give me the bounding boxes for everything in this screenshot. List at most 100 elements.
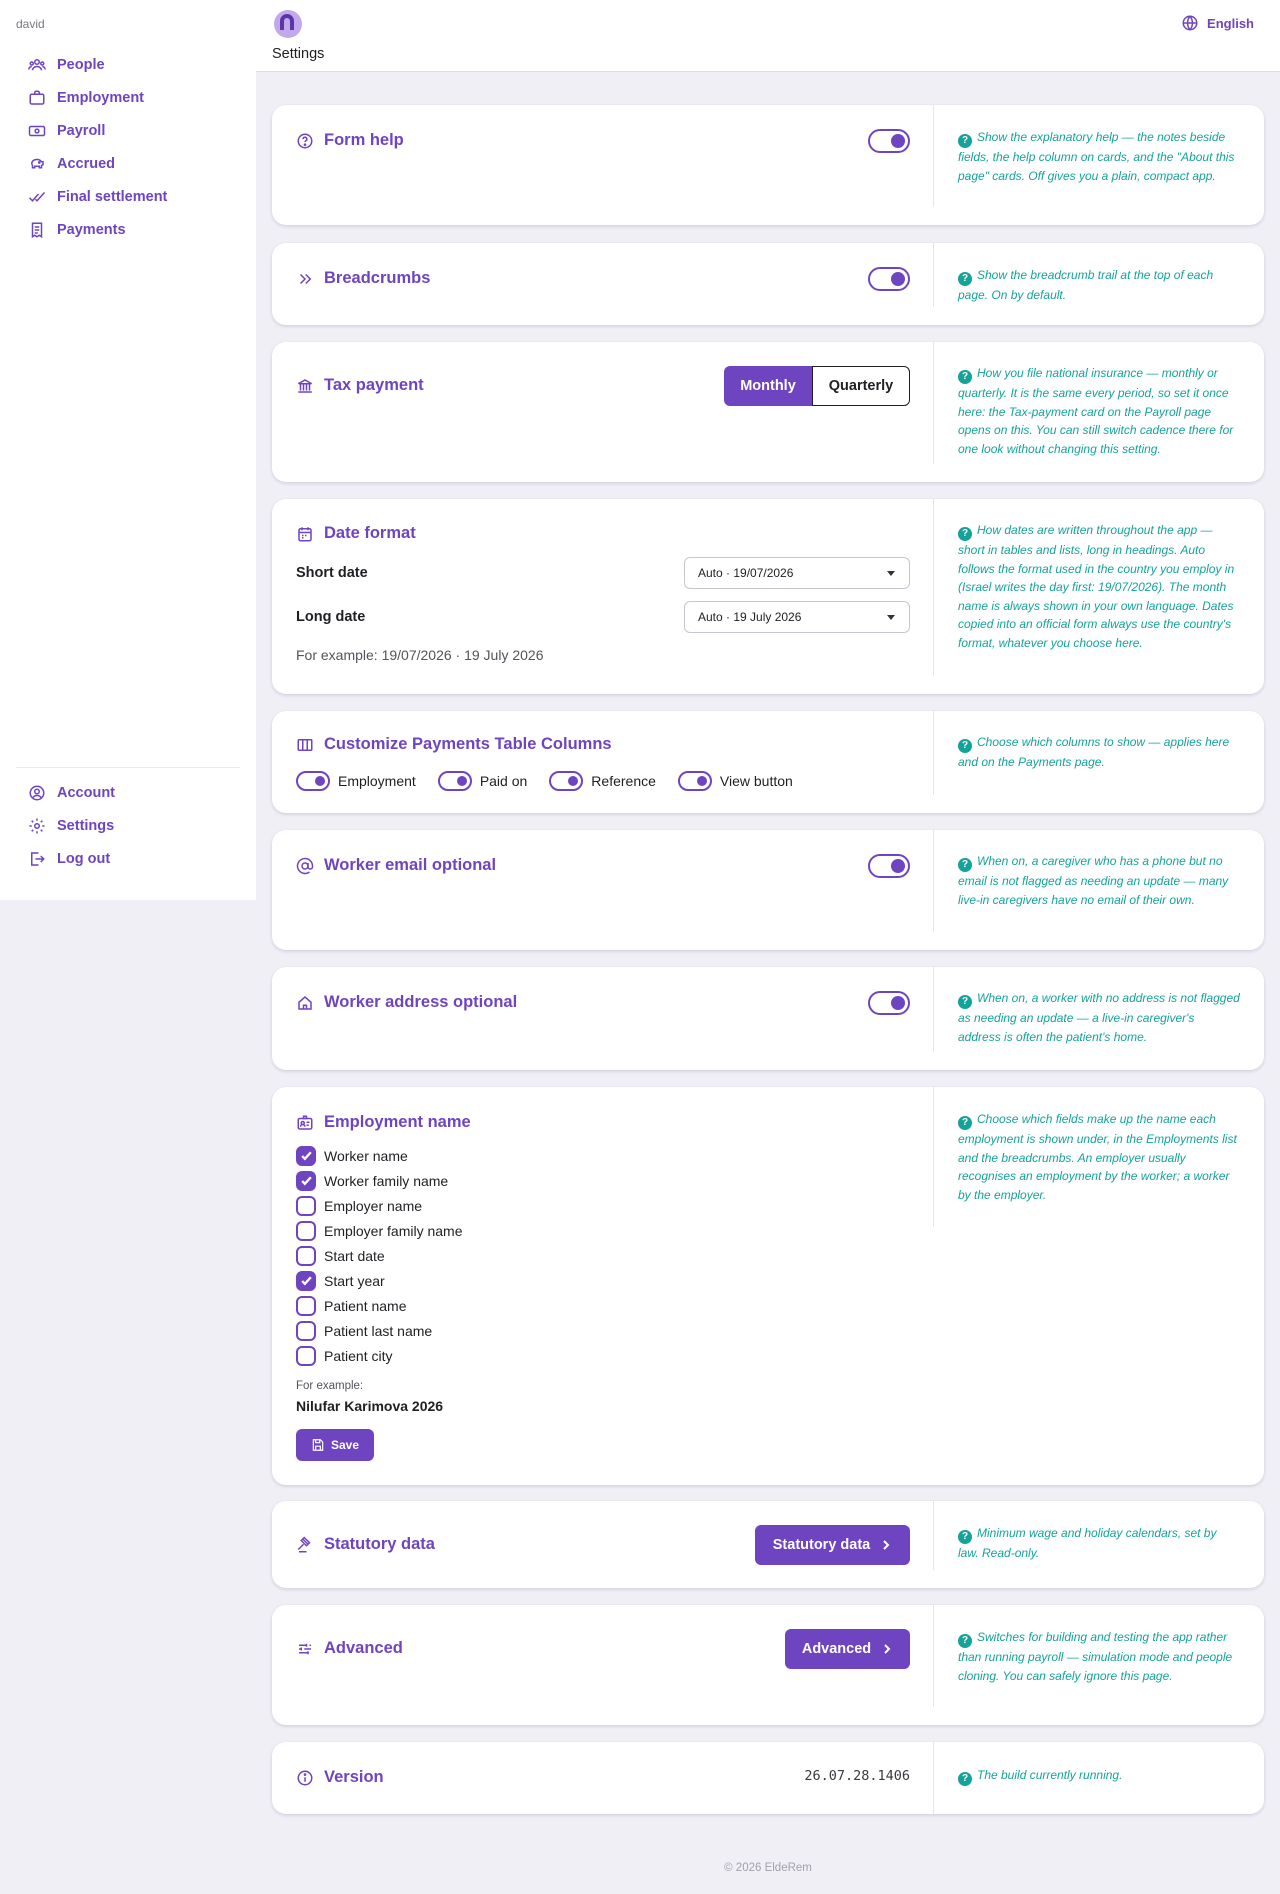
help-icon: ? [958,1116,972,1131]
toggle-switch[interactable] [437,771,472,791]
advanced-button[interactable]: Advanced [785,1629,910,1669]
version-card: Version 26.07.28.1406 ? The build current… [272,1742,1264,1814]
column-toggles: Employment Paid on Reference View button [296,771,815,791]
help-text: How dates are written throughout the app… [958,523,1235,650]
long-date-select[interactable]: Auto · 19 July 2026 [684,601,910,633]
sidebar-item-account[interactable]: Account [28,783,115,803]
field-start-date[interactable]: Start date [296,1243,463,1268]
column-toggle-reference[interactable]: Reference [549,771,656,791]
help-icon: ? [958,739,972,754]
sidebar-item-people[interactable]: People [28,55,105,75]
sidebar-item-payroll[interactable]: Payroll [28,121,105,141]
worker-address-title: Worker address optional [296,993,517,1012]
language-selector[interactable]: English [1181,14,1254,32]
toggle-label: Employment [338,773,416,789]
column-toggle-paid-on[interactable]: Paid on [437,771,528,791]
version-number: 26.07.28.1406 [804,1768,910,1784]
checkbox-label: Start date [324,1247,385,1264]
form-help-card: Form help ? Show the explanatory help — t… [272,105,1264,225]
checkbox[interactable] [296,1320,316,1341]
app-logo[interactable] [274,10,302,38]
toggle-switch[interactable] [549,771,584,791]
help-text: Show the explanatory help — the notes be… [958,130,1235,183]
monthly-option[interactable]: Monthly [724,366,812,406]
form-help-title: Form help [296,131,404,150]
field-employer-name[interactable]: Employer name [296,1193,463,1218]
card-title-text: Employment name [324,1113,471,1131]
breadcrumbs-toggle[interactable] [868,267,910,291]
statutory-data-button[interactable]: Statutory data [755,1525,910,1565]
short-date-select[interactable]: Auto · 19/07/2026 [684,557,910,589]
worker-address-toggle[interactable] [868,991,910,1015]
save-button[interactable]: Save [296,1429,374,1461]
advanced-help: ? Switches for building and testing the a… [958,1628,1240,1685]
employment-name-card: Employment name Worker name Worker famil… [272,1087,1264,1485]
checkbox[interactable] [296,1295,316,1316]
sidebar-item-employment[interactable]: Employment [28,88,144,108]
field-worker-name[interactable]: Worker name [296,1143,463,1168]
toggle-switch[interactable] [296,771,330,791]
sidebar-item-final-settlement[interactable]: Final settlement [28,187,167,207]
logout-icon [31,852,45,866]
sidebar-item-payments[interactable]: Payments [28,220,126,240]
help-column [933,1087,934,1227]
card-title-text: Version [324,1768,384,1786]
checkbox-label: Patient name [324,1297,407,1314]
checkbox[interactable] [296,1220,316,1241]
checkbox[interactable] [296,1170,316,1191]
toggle-label: Paid on [479,773,528,789]
field-patient-city[interactable]: Patient city [296,1343,463,1368]
statutory-help: ? Minimum wage and holiday calendars, set… [958,1524,1240,1563]
help-icon: ? [958,858,972,873]
card-title-text: Date format [324,524,416,542]
checkbox[interactable] [296,1245,316,1266]
help-column [933,967,934,1052]
checkbox-label: Start year [324,1272,385,1289]
gear-icon [29,818,45,834]
select-value: Auto · 19/07/2026 [698,566,794,580]
date-format-help: ? How dates are written throughout the ap… [958,521,1240,652]
sidebar-item-label: Payroll [57,123,106,139]
checkbox[interactable] [296,1345,316,1366]
toggle-label: Reference [591,773,656,789]
example-label: For example: [296,1380,364,1392]
calendar-icon [298,526,312,541]
button-label: Advanced [801,1641,872,1657]
breadcrumbs-help: ? Show the breadcrumb trail at the top of… [958,266,1240,305]
tax-payment-card: Tax payment Monthly Quarterly ? How you f… [272,342,1264,482]
form-help-toggle[interactable] [868,129,910,153]
checkbox[interactable] [296,1195,316,1216]
short-date-label: Short date [296,565,368,581]
receipt-icon [31,222,43,239]
help-icon: ? [958,527,972,542]
statutory-title: Statutory data [296,1535,435,1554]
checkbox[interactable] [296,1145,316,1166]
field-worker-family-name[interactable]: Worker family name [296,1168,463,1193]
checkbox[interactable] [296,1270,316,1291]
help-column [933,711,934,795]
field-start-year[interactable]: Start year [296,1268,463,1293]
tax-payment-help: ? How you file national insurance — month… [958,364,1240,458]
sidebar-item-logout[interactable]: Log out [28,849,110,869]
toggle-switch[interactable] [677,771,712,791]
field-patient-last-name[interactable]: Patient last name [296,1318,463,1343]
column-toggle-employment[interactable]: Employment [296,771,416,791]
help-text: The build currently running. [977,1768,1123,1782]
column-toggle-view-button[interactable]: View button [677,771,793,791]
advanced-card: Advanced Advanced ? Switches for building… [272,1605,1264,1725]
field-employer-family-name[interactable]: Employer family name [296,1218,463,1243]
worker-email-toggle[interactable] [868,854,910,878]
sidebar-item-label: Account [57,785,115,801]
sidebar-item-accrued[interactable]: Accrued [28,154,115,174]
quarterly-option[interactable]: Quarterly [812,366,910,406]
help-icon: ? [958,272,972,287]
worker-email-title: Worker email optional [296,856,496,875]
help-column [933,1742,934,1814]
help-column [933,105,934,207]
date-format-title: Date format [296,524,416,543]
help-text: Choose which columns to show — applies h… [958,735,1230,770]
worker-email-card: Worker email optional ? When on, a caregi… [272,830,1264,950]
field-patient-name[interactable]: Patient name [296,1293,463,1318]
checkbox-label: Employer family name [324,1222,463,1239]
sidebar-item-settings[interactable]: Settings [28,816,114,836]
